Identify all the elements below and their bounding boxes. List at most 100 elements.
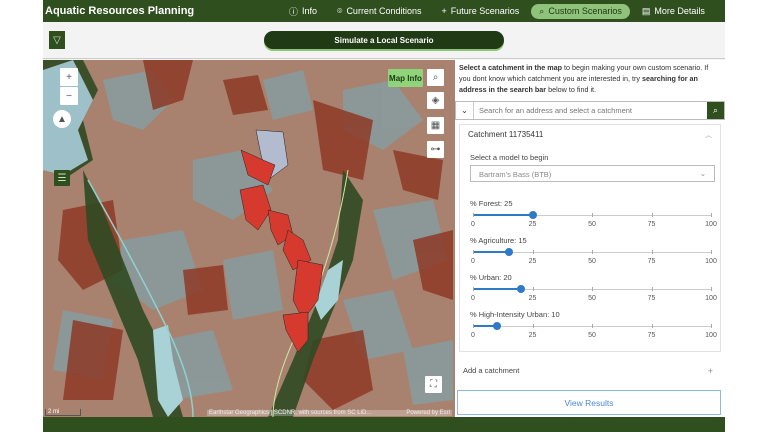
- map-pin-icon: ⌾: [337, 5, 343, 16]
- tick-label: 75: [647, 221, 656, 228]
- plus-icon[interactable]: +: [708, 366, 713, 376]
- measure-icon: ⊶: [430, 144, 441, 155]
- slider-tick: [592, 213, 593, 217]
- app: Aquatic Resources Planning ⓘ Info ⌾ Current…: [43, 0, 725, 432]
- slider-tick: [651, 324, 653, 328]
- tick-label: 75: [647, 258, 656, 265]
- search-icon: ⌕: [712, 105, 719, 115]
- slider-tick: [532, 324, 534, 328]
- slider-fill: [473, 214, 533, 216]
- search-icon: ⌕: [432, 72, 439, 83]
- view-results-button[interactable]: View Results: [457, 390, 721, 415]
- slider-tick: [711, 250, 712, 254]
- slider-tick: [532, 287, 534, 291]
- tick-label: 50: [588, 258, 596, 265]
- plus-icon: +: [441, 6, 447, 16]
- address-search: ⌄ ⌕: [455, 101, 725, 120]
- map-search-button[interactable]: ⌕: [427, 69, 444, 86]
- tab-label: Current Conditions: [346, 6, 422, 16]
- land-use-slider[interactable]: 0 25 50 75 100: [471, 285, 717, 306]
- slider-tick: [592, 324, 593, 328]
- slider-tick: [592, 250, 593, 254]
- catchment-card: Catchment 11735411 ︿ Select a model to b…: [459, 124, 721, 352]
- tick-label: 25: [528, 221, 537, 228]
- add-catchment[interactable]: Add a catchment: [463, 366, 519, 375]
- tick-label: 0: [471, 221, 475, 228]
- grid-icon: ▦: [430, 120, 441, 131]
- slider-tick: [651, 250, 653, 254]
- tab-current-conditions[interactable]: ⌾ Current Conditions: [329, 4, 429, 19]
- basemap-button[interactable]: ▦: [427, 117, 444, 134]
- model-value: Bartram's Bass (BTB): [479, 170, 552, 179]
- map-canvas[interactable]: [43, 60, 455, 417]
- powered-by[interactable]: Powered by Esri: [406, 410, 450, 416]
- footer: [43, 417, 725, 432]
- tick-label: 75: [647, 332, 656, 339]
- simulate-button[interactable]: Simulate a Local Scenario: [264, 31, 504, 49]
- nav-tabs: ⓘ Info ⌾ Current Conditions + Future Scenario…: [281, 3, 717, 20]
- zoom-out-button[interactable]: −: [60, 87, 78, 105]
- slider-label: % Forest: 25: [470, 199, 513, 208]
- model-select[interactable]: Bartram's Bass (BTB) ⌄: [470, 165, 715, 182]
- layers-icon: ◈: [431, 95, 440, 106]
- slider-thumb[interactable]: [492, 322, 501, 330]
- slider-thumb[interactable]: [504, 248, 513, 256]
- slider-thumb[interactable]: [528, 211, 537, 219]
- tab-label: Custom Scenarios: [548, 6, 622, 16]
- chevron-down-icon: ⌄: [699, 169, 706, 178]
- catchment-title[interactable]: Catchment 11735411: [468, 130, 543, 139]
- legend-button[interactable]: ☰: [54, 170, 70, 186]
- tab-info[interactable]: ⓘ Info: [281, 3, 325, 20]
- search-submit-button[interactable]: ⌕: [707, 102, 724, 119]
- address-search-input[interactable]: [474, 102, 707, 119]
- tick-label: 75: [647, 295, 656, 302]
- tab-custom-scenarios[interactable]: ⌕ Custom Scenarios: [531, 3, 630, 19]
- tick-label: 50: [588, 295, 596, 302]
- app-title: Aquatic Resources Planning: [45, 5, 195, 17]
- land-use-slider[interactable]: 0 25 50 75 100: [471, 322, 717, 343]
- slider-tick: [473, 213, 474, 217]
- compass-button[interactable]: ▲: [53, 110, 71, 128]
- tick-label: 25: [528, 295, 537, 302]
- tick-label: 50: [588, 332, 596, 339]
- filter-button[interactable]: ▽: [49, 31, 65, 49]
- slider-tick: [592, 287, 593, 291]
- tick-label: 0: [471, 295, 475, 302]
- land-use-slider[interactable]: 0 25 50 75 100: [471, 248, 717, 269]
- tab-label: More Details: [654, 6, 705, 16]
- map-info-button[interactable]: Map Info: [388, 69, 423, 87]
- search-icon: ⌕: [539, 5, 545, 16]
- search-options-button[interactable]: ⌄: [456, 102, 474, 119]
- slider-tick: [473, 324, 474, 328]
- filter-icon: ▽: [53, 34, 61, 46]
- tick-label: 100: [705, 332, 717, 339]
- tab-label: Future Scenarios: [450, 6, 520, 16]
- tick-label: 100: [705, 221, 717, 228]
- land-use-slider[interactable]: 0 25 50 75 100: [471, 211, 717, 232]
- tab-more-details[interactable]: ▤ More Details: [634, 4, 713, 19]
- slider-label: % High-Intensity Urban: 10: [470, 310, 560, 319]
- chevron-up-icon[interactable]: ︿: [705, 130, 712, 140]
- slider-thumb[interactable]: [516, 285, 525, 293]
- chevron-down-icon: ⌄: [461, 106, 468, 115]
- map[interactable]: + − ▲ ☰ Map Info ⌕ ◈ ▦ ⊶ ⛶ 2 mi Earthsta…: [43, 60, 455, 417]
- attribution-text: Earthstar Geographics | SCDNR, with sour…: [209, 410, 372, 416]
- slider-label: % Urban: 20: [470, 273, 512, 282]
- tick-label: 50: [588, 221, 596, 228]
- measure-button[interactable]: ⊶: [427, 141, 444, 158]
- layers-button[interactable]: ◈: [427, 92, 444, 109]
- tick-label: 25: [528, 258, 537, 265]
- attribution: Earthstar Geographics | SCDNR, with sour…: [207, 410, 452, 416]
- slider-tick: [532, 250, 534, 254]
- tab-future-scenarios[interactable]: + Future Scenarios: [433, 4, 527, 18]
- model-label: Select a model to begin: [470, 153, 549, 162]
- zoom-in-button[interactable]: +: [60, 68, 78, 86]
- slider-tick: [711, 324, 712, 328]
- minus-icon: −: [66, 90, 72, 102]
- slider-tick: [651, 287, 653, 291]
- slider-fill: [473, 288, 521, 290]
- fullscreen-button[interactable]: ⛶: [425, 376, 442, 393]
- info-icon: ⓘ: [289, 6, 299, 17]
- fullscreen-icon: ⛶: [430, 379, 437, 390]
- tick-label: 100: [705, 295, 717, 302]
